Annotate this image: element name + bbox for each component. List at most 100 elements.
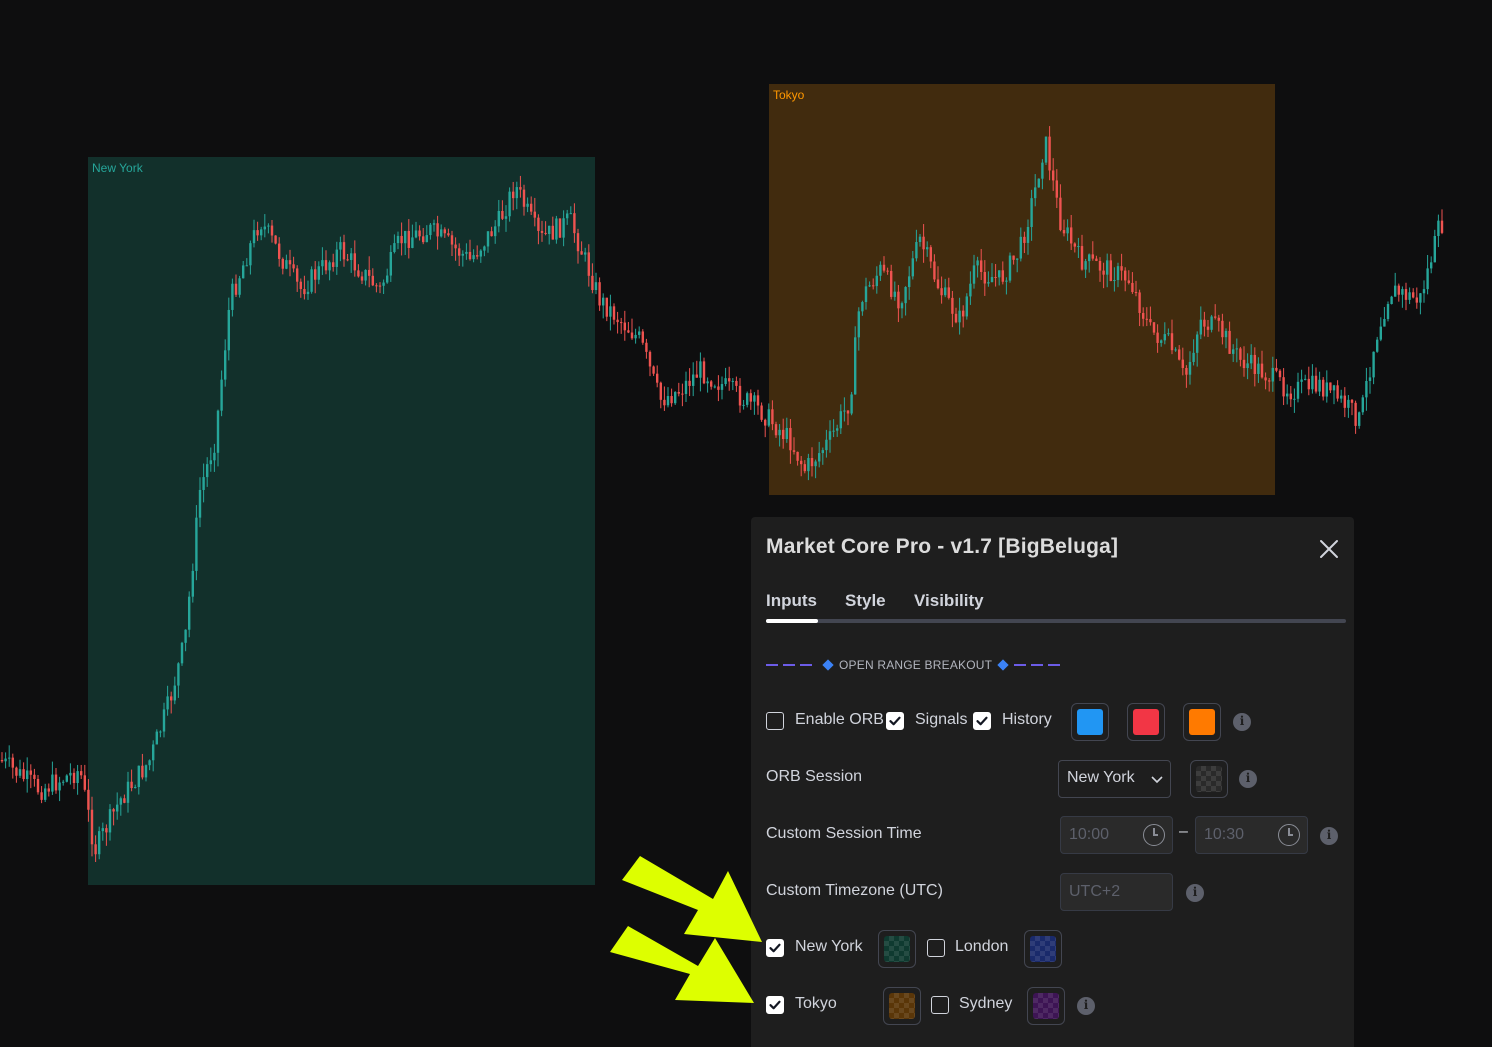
candle xyxy=(1102,262,1105,289)
candle xyxy=(803,460,806,474)
london-label[interactable]: London xyxy=(955,938,1008,956)
candle xyxy=(1232,344,1235,362)
candle xyxy=(1332,384,1336,405)
candle xyxy=(1260,350,1264,379)
tab-style[interactable]: Style xyxy=(845,591,886,611)
dialog-title: Market Core Pro - v1.7 [BigBeluga] xyxy=(766,535,1119,558)
candle xyxy=(548,225,551,245)
candle xyxy=(497,199,500,233)
candle xyxy=(969,271,972,305)
candle xyxy=(1041,159,1044,190)
new-york-checkbox[interactable] xyxy=(766,939,784,957)
candle xyxy=(810,447,814,477)
candle xyxy=(245,258,248,267)
candle xyxy=(454,237,457,261)
new-york-label[interactable]: New York xyxy=(795,938,863,956)
candle xyxy=(1325,370,1328,403)
candle xyxy=(796,451,799,466)
candle xyxy=(1376,336,1379,353)
candle xyxy=(504,205,508,232)
london-checkbox[interactable] xyxy=(927,939,945,957)
enable-orb-label[interactable]: Enable ORB xyxy=(795,711,884,729)
candle xyxy=(1329,382,1332,394)
candle xyxy=(494,220,497,244)
candle xyxy=(800,456,803,477)
orb-session-color-picker[interactable] xyxy=(1190,760,1228,798)
close-icon[interactable] xyxy=(1318,538,1340,560)
info-icon[interactable] xyxy=(1186,884,1204,902)
candle xyxy=(1142,307,1145,327)
orb-color-1-picker[interactable] xyxy=(1071,703,1109,741)
candle xyxy=(1008,252,1012,283)
candle xyxy=(274,235,277,245)
candle xyxy=(130,769,133,792)
orb-session-select[interactable]: New York xyxy=(1058,760,1171,798)
signals-checkbox[interactable] xyxy=(886,712,904,730)
candle xyxy=(328,260,331,281)
custom-timezone-input[interactable]: UTC+2 xyxy=(1060,873,1173,911)
candle xyxy=(1350,399,1354,416)
new-york-color-picker[interactable] xyxy=(878,930,916,968)
clock-icon[interactable] xyxy=(1143,824,1165,846)
candle xyxy=(288,249,292,277)
candle xyxy=(666,387,670,408)
candle xyxy=(958,297,961,335)
candle xyxy=(591,263,594,294)
sydney-checkbox[interactable] xyxy=(931,996,949,1014)
candle xyxy=(44,783,47,803)
tab-visibility[interactable]: Visibility xyxy=(914,591,984,611)
enable-orb-checkbox[interactable] xyxy=(766,712,784,730)
candle xyxy=(180,641,184,666)
color-swatch xyxy=(884,936,910,962)
candle xyxy=(382,279,385,295)
candle xyxy=(1268,377,1271,392)
session-end-time-input[interactable]: 10:30 xyxy=(1195,816,1308,854)
candle xyxy=(1340,389,1343,403)
candle xyxy=(1257,357,1260,383)
info-icon[interactable] xyxy=(1233,713,1251,731)
candle xyxy=(584,247,587,262)
candle xyxy=(465,243,468,260)
candle xyxy=(627,321,630,334)
candle xyxy=(468,239,472,261)
tokyo-label[interactable]: Tokyo xyxy=(795,995,837,1013)
tokyo-color-picker[interactable] xyxy=(883,987,921,1025)
info-icon[interactable] xyxy=(1239,770,1257,788)
candle xyxy=(249,240,252,275)
signals-label[interactable]: Signals xyxy=(915,711,967,729)
candle xyxy=(551,216,554,240)
candle xyxy=(1170,319,1174,355)
candle xyxy=(166,685,169,716)
candle xyxy=(987,271,990,287)
sydney-label[interactable]: Sydney xyxy=(959,995,1012,1013)
candle xyxy=(378,282,382,294)
session-start-time-input[interactable]: 10:00 xyxy=(1060,816,1173,854)
candle xyxy=(206,457,209,487)
info-icon[interactable] xyxy=(1320,827,1338,845)
history-checkbox[interactable] xyxy=(973,712,991,730)
orb-session-value: New York xyxy=(1067,769,1135,786)
candle xyxy=(936,266,940,290)
history-label[interactable]: History xyxy=(1002,711,1052,729)
sydney-color-picker[interactable] xyxy=(1027,987,1065,1025)
clock-icon[interactable] xyxy=(1278,824,1300,846)
orb-color-2-picker[interactable] xyxy=(1127,703,1165,741)
info-icon[interactable] xyxy=(1077,997,1095,1015)
orb-color-3-picker[interactable] xyxy=(1183,703,1221,741)
candle xyxy=(1397,283,1400,302)
candle xyxy=(422,227,425,245)
candle xyxy=(951,290,954,328)
candle xyxy=(432,219,436,232)
candle xyxy=(929,245,932,269)
tokyo-checkbox[interactable] xyxy=(766,996,784,1014)
candle xyxy=(267,223,270,234)
candle xyxy=(594,272,598,295)
tab-inputs[interactable]: Inputs xyxy=(766,591,817,611)
candle xyxy=(598,277,601,311)
candle xyxy=(263,214,266,238)
candle xyxy=(80,764,83,780)
custom-timezone-placeholder: UTC+2 xyxy=(1069,883,1121,900)
candle xyxy=(364,269,367,286)
candle xyxy=(519,175,522,198)
london-color-picker[interactable] xyxy=(1024,930,1062,968)
